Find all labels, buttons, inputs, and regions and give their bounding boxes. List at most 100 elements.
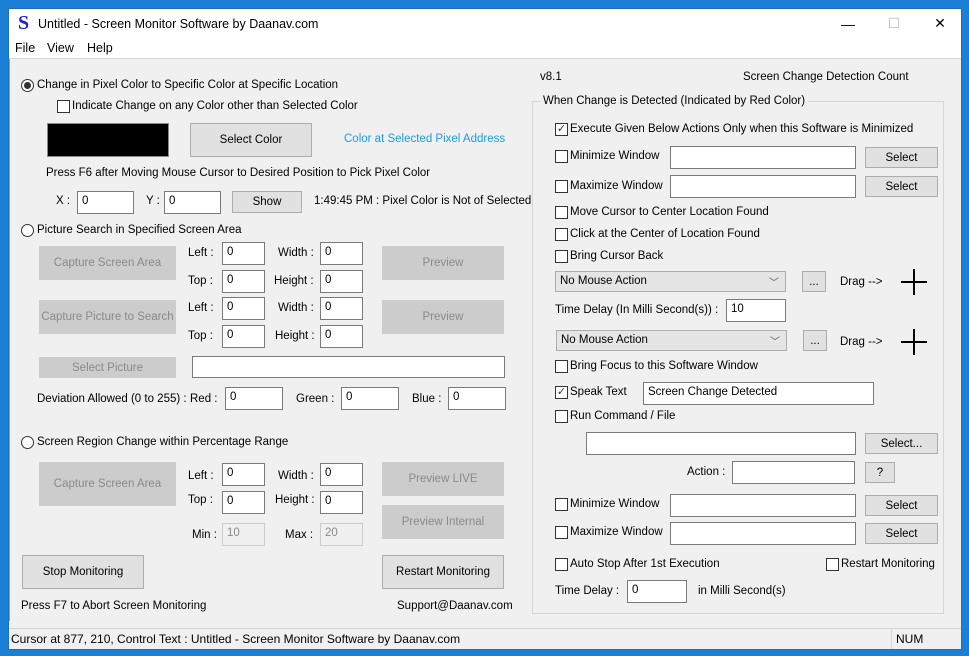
menu-help[interactable]: Help — [87, 41, 113, 55]
max-input[interactable]: 20 — [320, 523, 363, 546]
region-left-input[interactable]: 0 — [222, 463, 265, 486]
capture-picture-button[interactable]: Capture Picture to Search — [39, 300, 176, 334]
picture-mode-radio[interactable] — [21, 224, 34, 237]
area-left-input[interactable]: 0 — [222, 242, 265, 265]
close-window-icon[interactable]: ✕ — [917, 9, 963, 38]
minimize-window-2-select-button[interactable]: Select — [865, 495, 938, 516]
restart-monitoring-button[interactable]: Restart Monitoring — [382, 555, 504, 589]
window-title: Untitled - Screen Monitor Software by Da… — [38, 17, 319, 31]
blue-label: Blue : — [412, 393, 442, 405]
show-button[interactable]: Show — [232, 191, 302, 213]
support-email[interactable]: Support@Daanav.com — [397, 600, 513, 612]
pixel-mode-radio[interactable] — [21, 79, 34, 92]
action-help-button[interactable]: ? — [865, 462, 895, 483]
stop-monitoring-button[interactable]: Stop Monitoring — [22, 555, 144, 589]
preview-live-button[interactable]: Preview LIVE — [382, 462, 504, 496]
time-delay-label: Time Delay (In Milli Second(s)) : — [555, 304, 719, 316]
region-capture-area-button[interactable]: Capture Screen Area — [39, 462, 176, 506]
action-input[interactable] — [732, 461, 855, 484]
minimize-window-1-input[interactable] — [670, 146, 856, 169]
minimize-window-1-label: Minimize Window — [570, 150, 660, 162]
maximize-window-1-input[interactable] — [670, 175, 856, 198]
red-input[interactable]: 0 — [225, 387, 283, 410]
maximize-window-1-checkbox[interactable] — [555, 180, 568, 193]
preview-internal-button[interactable]: Preview Internal — [382, 505, 504, 539]
mouse-action-1-value: No Mouse Action — [560, 275, 647, 287]
run-command-select-button[interactable]: Select... — [865, 433, 938, 454]
maximize-window-2-checkbox[interactable] — [555, 526, 568, 539]
min-input[interactable]: 10 — [222, 523, 265, 546]
final-delay-input[interactable]: 0 — [627, 580, 687, 603]
maximize-window-2-select-button[interactable]: Select — [865, 523, 938, 544]
speak-text-checkbox[interactable]: ✓ — [555, 386, 568, 399]
maximize-window-2-input[interactable] — [670, 522, 856, 545]
final-delay-unit: in Milli Second(s) — [698, 585, 786, 597]
picture-top-input[interactable]: 0 — [222, 325, 265, 348]
execute-minimized-checkbox[interactable]: ✓ — [555, 123, 568, 136]
preview-area-button[interactable]: Preview — [382, 246, 504, 280]
x-input[interactable]: 0 — [77, 191, 134, 214]
minimize-window-1-checkbox[interactable] — [555, 150, 568, 163]
min-label: Min : — [192, 529, 217, 541]
region-height-input[interactable]: 0 — [320, 491, 363, 514]
y-input[interactable]: 0 — [164, 191, 221, 214]
menu-view[interactable]: View — [47, 41, 74, 55]
region-width-input[interactable]: 0 — [320, 463, 363, 486]
minimize-window-icon[interactable]: — — [825, 9, 871, 38]
picture-width-label: Width : — [278, 302, 314, 314]
picture-path-input[interactable] — [192, 356, 505, 378]
select-color-button[interactable]: Select Color — [190, 123, 312, 157]
area-width-input[interactable]: 0 — [320, 242, 363, 265]
maximize-window-1-label: Maximize Window — [570, 180, 663, 192]
statusbar-divider — [9, 628, 961, 629]
region-mode-radio[interactable] — [21, 436, 34, 449]
action-label: Action : — [687, 466, 726, 478]
crosshair-drag-1-icon[interactable] — [901, 269, 927, 295]
blue-input[interactable]: 0 — [448, 387, 506, 410]
indicate-change-checkbox[interactable] — [57, 100, 70, 113]
app-logo-icon: S — [18, 12, 30, 34]
capture-screen-area-button[interactable]: Capture Screen Area — [39, 246, 176, 280]
mouse-action-2-dropdown[interactable]: No Mouse Action ﹀ — [556, 330, 787, 351]
area-height-label: Height : — [274, 275, 314, 287]
run-command-input[interactable] — [586, 432, 856, 455]
picture-width-input[interactable]: 0 — [320, 297, 363, 320]
pixel-address-label: Color at Selected Pixel Address — [344, 133, 506, 145]
version-label: v8.1 — [540, 71, 562, 83]
region-left-label: Left : — [188, 470, 214, 482]
time-delay-input[interactable]: 10 — [726, 299, 786, 322]
select-picture-button[interactable]: Select Picture — [39, 357, 176, 378]
menu-file[interactable]: File — [15, 41, 35, 55]
mouse-action-1-dropdown[interactable]: No Mouse Action ﹀ — [555, 271, 786, 292]
minimize-window-2-input[interactable] — [670, 494, 856, 517]
deviation-label: Deviation Allowed (0 to 255) : — [37, 393, 187, 405]
mouse-action-1-more-button[interactable]: ... — [802, 271, 826, 292]
speak-text-input[interactable]: Screen Change Detected — [643, 382, 874, 405]
preview-picture-button[interactable]: Preview — [382, 300, 504, 334]
click-center-checkbox[interactable] — [555, 228, 568, 241]
run-command-checkbox[interactable] — [555, 410, 568, 423]
area-top-input[interactable]: 0 — [222, 270, 265, 293]
move-cursor-checkbox[interactable] — [555, 206, 568, 219]
area-height-input[interactable]: 0 — [320, 270, 363, 293]
mouse-action-2-more-button[interactable]: ... — [803, 330, 827, 351]
green-input[interactable]: 0 — [341, 387, 399, 410]
title-bar[interactable]: S Untitled - Screen Monitor Software by … — [9, 9, 961, 38]
minimize-window-2-label: Minimize Window — [570, 498, 660, 510]
region-top-input[interactable]: 0 — [222, 491, 265, 514]
minimize-window-1-select-button[interactable]: Select — [865, 147, 938, 168]
restart-monitoring-checkbox[interactable] — [826, 558, 839, 571]
picture-left-input[interactable]: 0 — [222, 297, 265, 320]
bring-cursor-back-label: Bring Cursor Back — [570, 250, 664, 262]
picture-height-input[interactable]: 0 — [320, 325, 363, 348]
crosshair-drag-2-icon[interactable] — [901, 329, 927, 355]
auto-stop-checkbox[interactable] — [555, 558, 568, 571]
region-mode-label: Screen Region Change within Percentage R… — [37, 436, 289, 448]
click-center-label: Click at the Center of Location Found — [570, 228, 760, 240]
maximize-window-icon[interactable]: ☐ — [871, 9, 917, 38]
bring-cursor-back-checkbox[interactable] — [555, 250, 568, 263]
region-top-label: Top : — [188, 494, 213, 506]
minimize-window-2-checkbox[interactable] — [555, 498, 568, 511]
maximize-window-1-select-button[interactable]: Select — [865, 176, 938, 197]
bring-focus-checkbox[interactable] — [555, 360, 568, 373]
